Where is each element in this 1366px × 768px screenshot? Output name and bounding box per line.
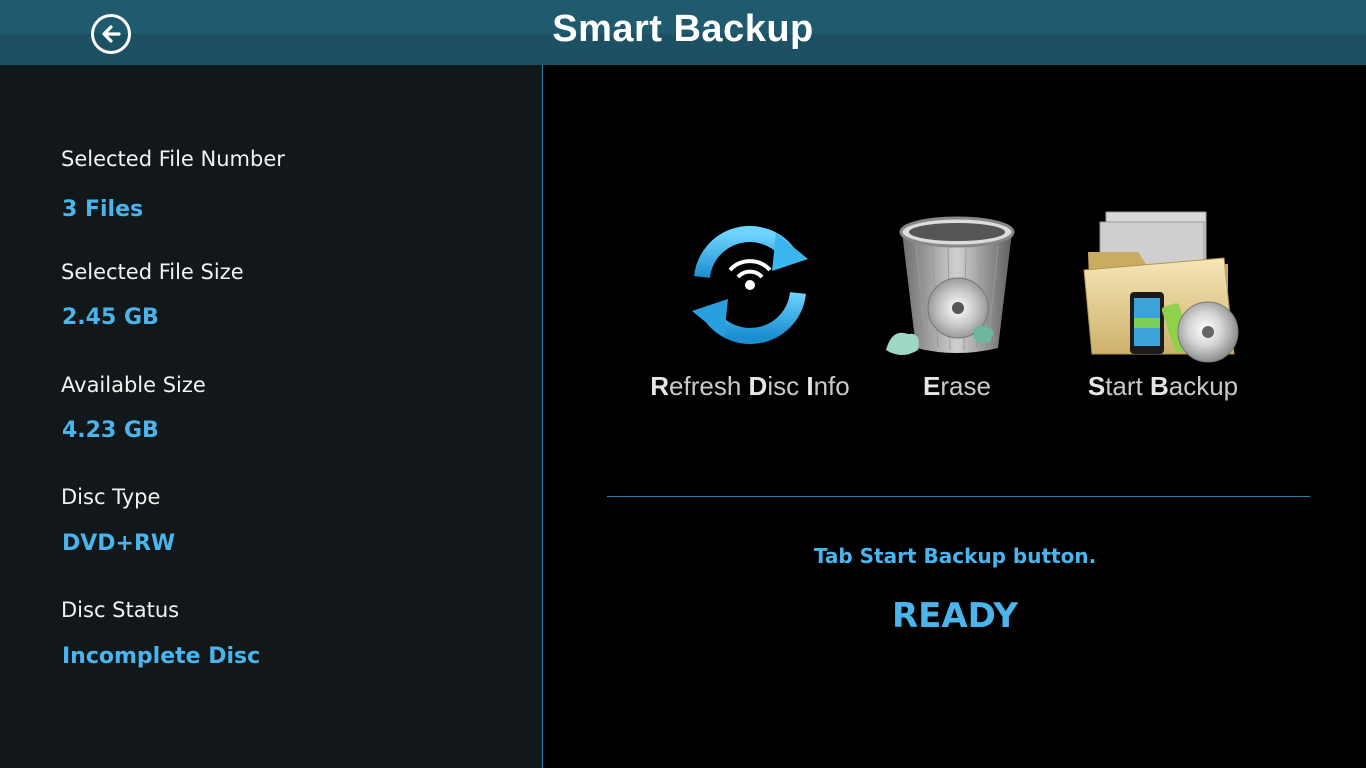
refresh-disc-info-label: Refresh Disc Info: [650, 371, 850, 401]
disc-info-panel: Selected File Number 3 Files Selected Fi…: [0, 65, 543, 768]
disc-status-value: Incomplete Disc: [62, 644, 261, 669]
selected-file-number-label: Selected File Number: [61, 147, 285, 171]
title-bar: Smart Backup: [0, 0, 1366, 65]
selected-file-size-label: Selected File Size: [61, 260, 244, 284]
erase-label: Erase: [923, 371, 991, 401]
app-title: Smart Backup: [552, 8, 814, 50]
refresh-wifi-icon: [692, 226, 808, 344]
folder-backup-icon: [1083, 211, 1239, 362]
action-panel: Refresh Disc Info Erase Start Backup Tab…: [544, 65, 1366, 768]
start-backup-label: Start Backup: [1087, 371, 1239, 401]
selected-file-number-value: 3 Files: [62, 197, 144, 222]
available-size-label: Available Size: [61, 373, 206, 397]
disc-status-label: Disc Status: [61, 598, 180, 622]
available-size-value: 4.23 GB: [62, 418, 159, 443]
start-backup-button[interactable]: Start Backup: [1053, 210, 1273, 410]
erase-button[interactable]: Erase: [847, 210, 1067, 410]
selected-file-size-value: 2.45 GB: [62, 305, 159, 330]
status-text: READY: [891, 596, 1019, 636]
disc-type-value: DVD+RW: [62, 531, 176, 556]
refresh-disc-info-button[interactable]: Refresh Disc Info: [640, 210, 860, 410]
trash-bin-disc-icon: [886, 216, 1015, 355]
divider: [607, 496, 1310, 497]
disc-type-label: Disc Type: [61, 485, 161, 509]
hint-text: Tab Start Backup button.: [813, 544, 1097, 568]
